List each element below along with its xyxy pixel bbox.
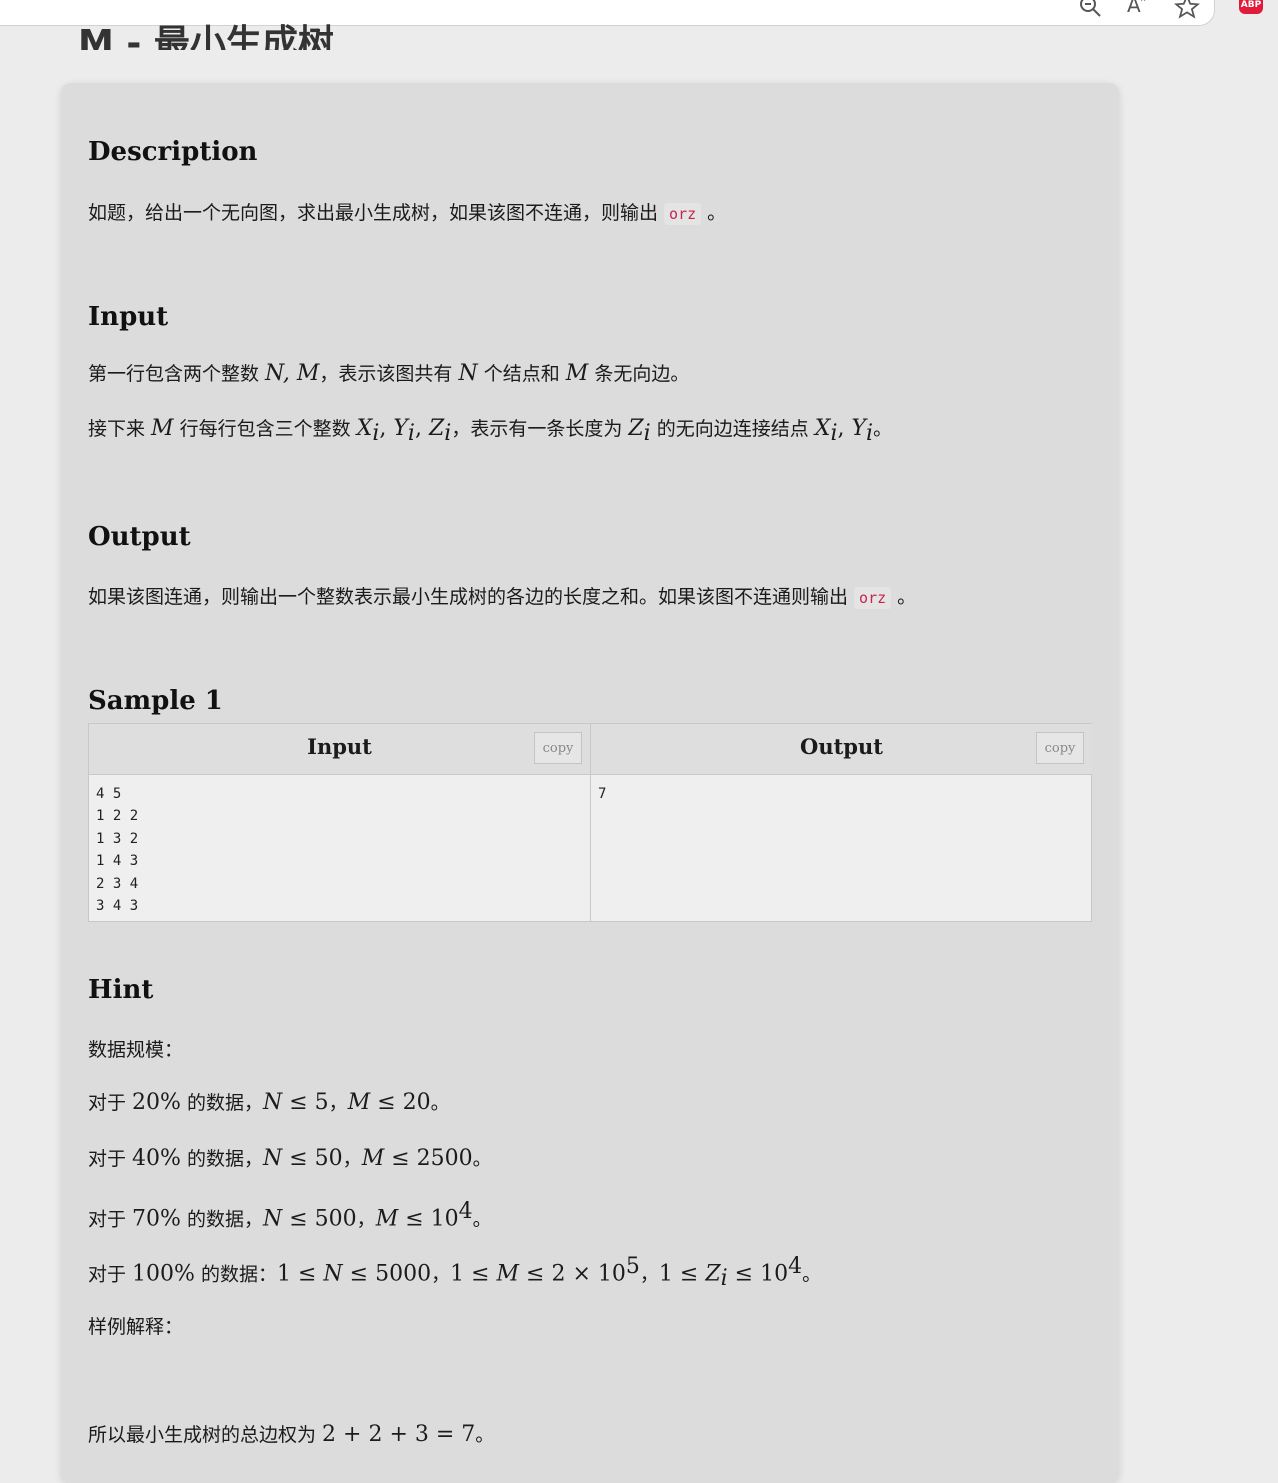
description-title: Description	[88, 137, 258, 167]
hint-conclusion: 所以最小生成树的总边权为 2 + 2 + 3 = 7。	[88, 1422, 495, 1447]
sample-output-header: Output copy	[591, 724, 1092, 775]
hint-explain-label: 样例解释：	[88, 1316, 184, 1338]
input-line-1: 第一行包含两个整数 N, M，表示该图共有 N 个结点和 M 条无向边。	[88, 361, 690, 386]
sample-input-column: Input copy 4 5 1 2 2 1 3 2 1 4 3 2 3 4 3…	[89, 724, 590, 921]
description-text: 如题，给出一个无向图，求出最小生成树，如果该图不连通，则输出 orz 。	[88, 202, 727, 225]
sample-output-data: 7	[598, 786, 607, 802]
sample-input-data: 4 5 1 2 2 1 3 2 1 4 3 2 3 4 3 4 3	[96, 786, 139, 915]
hint-constraint-70: 对于 70% 的数据，N ≤ 500，M ≤ 104。	[88, 1199, 492, 1232]
output-text: 如果该图连通，则输出一个整数表示最小生成树的各边的长度之和。如果该图不连通则输出…	[88, 586, 917, 609]
sample-input-header: Input copy	[89, 724, 590, 775]
sample-title: Sample 1	[88, 686, 223, 716]
hint-scale-label: 数据规模：	[88, 1039, 184, 1061]
output-title: Output	[88, 522, 191, 552]
sample-output-column: Output copy 7	[590, 724, 1092, 921]
sample-output-header-label: Output	[800, 734, 883, 759]
orz-code: orz	[664, 203, 702, 225]
zoom-icon[interactable]	[1078, 0, 1102, 23]
page-title: M - 最小生成树	[78, 23, 334, 50]
sample-input-header-label: Input	[307, 734, 372, 759]
hint-constraint-20: 对于 20% 的数据，N ≤ 5，M ≤ 20。	[88, 1090, 450, 1115]
read-aloud-icon[interactable]: A″	[1127, 0, 1148, 17]
hint-title: Hint	[88, 975, 154, 1005]
input-title: Input	[88, 302, 169, 332]
orz-code: orz	[854, 587, 892, 609]
sample-table: Input copy 4 5 1 2 2 1 3 2 1 4 3 2 3 4 3…	[88, 723, 1092, 922]
adblock-icon[interactable]: ABP	[1239, 0, 1263, 14]
favorite-star-icon[interactable]	[1173, 0, 1201, 25]
hint-constraint-100: 对于 100% 的数据：1 ≤ N ≤ 5000，1 ≤ M ≤ 2 × 105…	[88, 1254, 822, 1292]
copy-input-button[interactable]: copy	[534, 732, 582, 764]
hint-constraint-40: 对于 40% 的数据，N ≤ 50，M ≤ 2500。	[88, 1146, 492, 1171]
input-line-2: 接下来 M 行每行包含三个整数 Xi, Yi, Zi，表示有一条长度为 Zi 的…	[88, 416, 893, 446]
copy-output-button[interactable]: copy	[1036, 732, 1084, 764]
